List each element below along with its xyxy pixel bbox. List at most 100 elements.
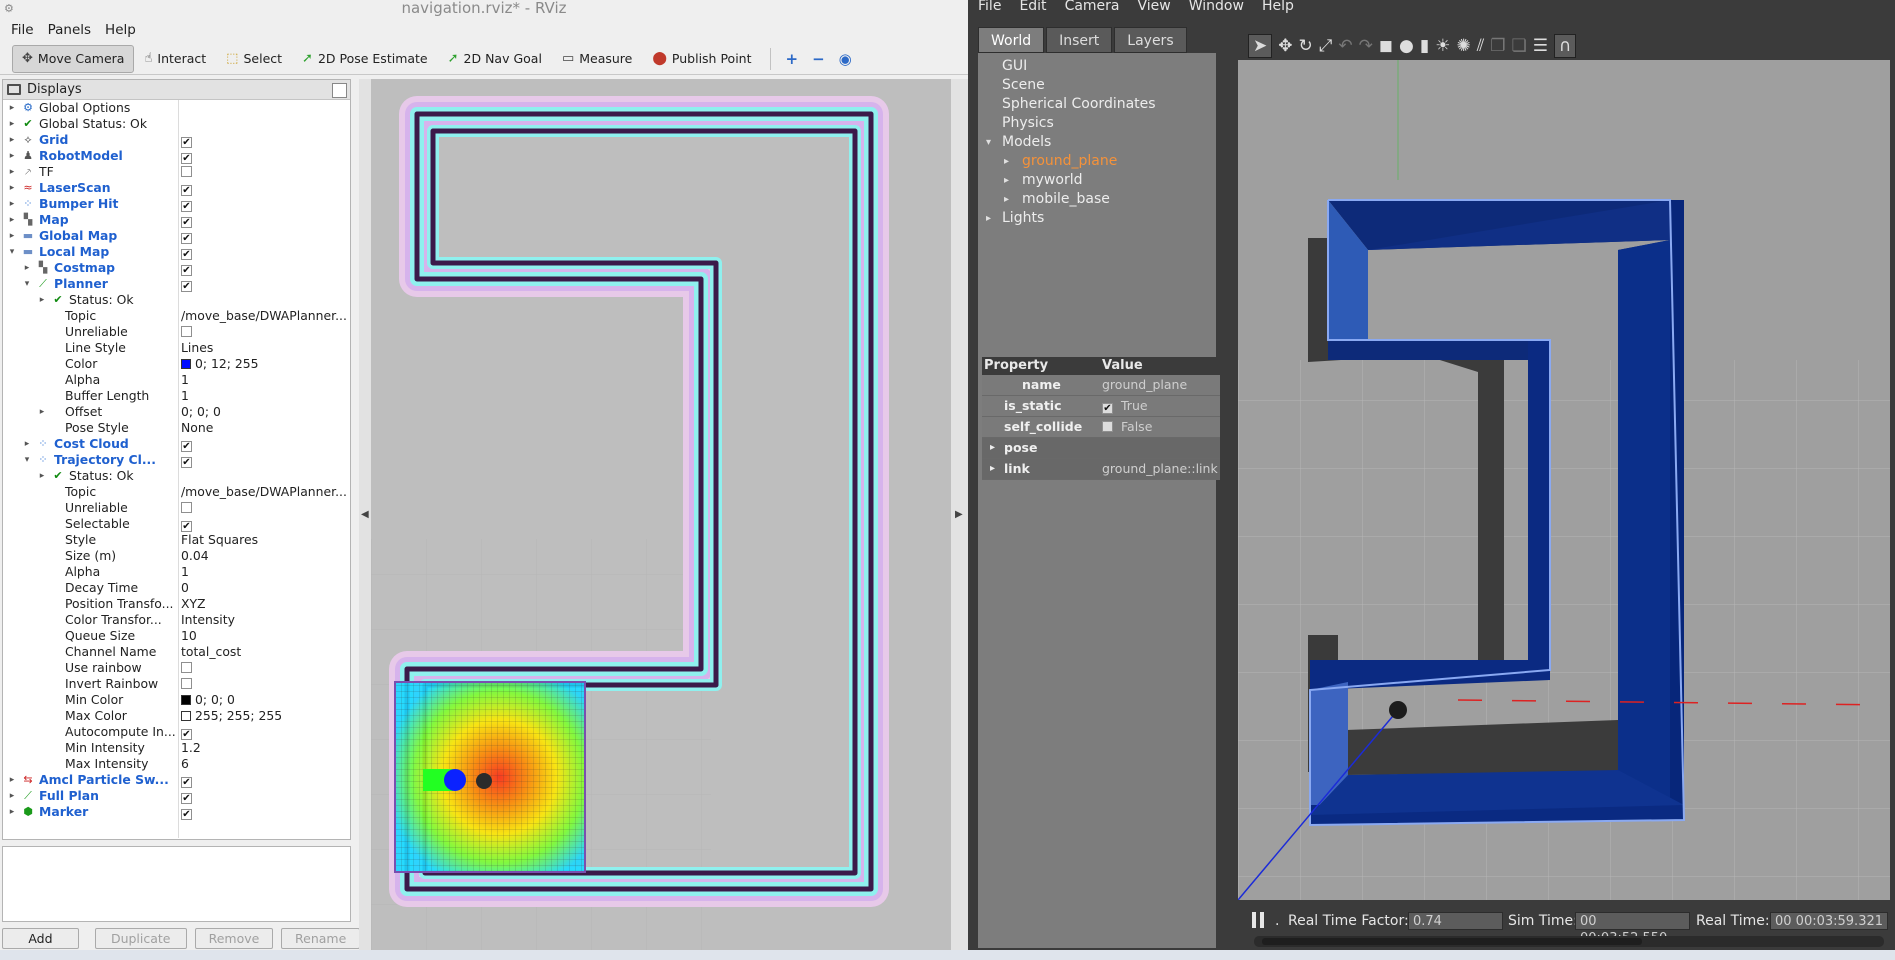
property-value[interactable]: 1	[181, 388, 189, 403]
property-value[interactable]: total_cost	[181, 644, 241, 659]
property-value[interactable]: 0; 12; 255	[195, 356, 259, 371]
property-row[interactable]: ▸ pose	[982, 438, 1220, 459]
enable-checkbox[interactable]: ✔	[181, 137, 192, 148]
property-value-cell[interactable]: None	[181, 420, 213, 436]
property-value-cell[interactable]: ✔	[181, 228, 192, 244]
nav-goal-button[interactable]: ➚ 2D Nav Goal	[438, 45, 552, 73]
property-value-cell[interactable]	[181, 500, 192, 516]
expand-arrow-icon[interactable]: ▸	[1004, 190, 1009, 209]
tab-layers[interactable]: Layers	[1114, 27, 1187, 53]
property-value-cell[interactable]: 255; 255; 255	[181, 708, 282, 724]
display-tree-row[interactable]: ▸ ▚ Costmap ✔	[3, 260, 350, 276]
select-arrow-icon[interactable]: ➤	[1248, 34, 1273, 58]
translate-icon[interactable]: ✥	[1278, 36, 1292, 56]
display-tree-row[interactable]: Color Transfor... Intensity	[3, 612, 350, 628]
display-tree-row[interactable]: Invert Rainbow	[3, 676, 350, 692]
scrollbar-handle[interactable]	[1262, 938, 1642, 945]
property-value-cell[interactable]	[181, 660, 192, 676]
expand-arrow-icon[interactable]: ▸	[7, 100, 17, 116]
enable-checkbox[interactable]: ✔	[181, 441, 192, 452]
enable-checkbox[interactable]: ✔	[181, 217, 192, 228]
property-value[interactable]: 1	[181, 564, 189, 579]
gazebo-3d-view[interactable]	[1238, 60, 1890, 900]
panel-close-button[interactable]	[332, 83, 347, 98]
enable-checkbox[interactable]: ✔	[181, 153, 192, 164]
property-value-cell[interactable]: ✔ True	[1102, 396, 1148, 416]
property-value[interactable]: /move_base/DWAPlanner...	[181, 484, 347, 499]
display-tree-row[interactable]: ▸ Offset 0; 0; 0	[3, 404, 350, 420]
display-tree-row[interactable]: Decay Time 0	[3, 580, 350, 596]
point-light-icon[interactable]: ☀	[1435, 36, 1450, 56]
collapse-arrow-icon[interactable]: ▾	[7, 244, 17, 260]
enable-checkbox[interactable]	[181, 326, 192, 337]
property-value-cell[interactable]: 10	[181, 628, 197, 644]
property-value-cell[interactable]: 6	[181, 756, 189, 772]
display-tree-row[interactable]: ▸ ⬢ Marker ✔	[3, 804, 350, 820]
expand-arrow-icon[interactable]: ▸	[37, 292, 47, 308]
display-tree-row[interactable]: ▸ ≈ LaserScan ✔	[3, 180, 350, 196]
enable-checkbox[interactable]	[181, 678, 192, 689]
property-value-cell[interactable]: /move_base/DWAPlanner...	[181, 308, 347, 324]
expand-arrow-icon[interactable]: ▸	[1004, 152, 1009, 171]
property-value-cell[interactable]: ✔	[181, 452, 192, 468]
display-tree-row[interactable]: ▾ ⁘ Trajectory Cl... ✔	[3, 452, 350, 468]
property-value-cell[interactable]: ✔	[181, 772, 192, 788]
property-value-cell[interactable]: ✔	[181, 244, 192, 260]
expand-arrow-icon[interactable]: ▸	[7, 164, 17, 180]
menu-panels[interactable]: Panels	[43, 19, 96, 41]
property-value-cell[interactable]: 0; 0; 0	[181, 692, 235, 708]
display-tree-row[interactable]: Autocompute In... ✔	[3, 724, 350, 740]
expand-arrow-icon[interactable]: ▸	[7, 772, 17, 788]
property-value-cell[interactable]: 0; 0; 0	[181, 404, 221, 420]
enable-checkbox[interactable]: ✔	[181, 457, 192, 468]
property-value-cell[interactable]: 1	[181, 564, 189, 580]
rotate-icon[interactable]: ↻	[1299, 36, 1313, 56]
expand-arrow-icon[interactable]: ▸	[7, 148, 17, 164]
world-tree-item[interactable]: ▸ mobile_base	[978, 190, 1216, 209]
world-tree-item[interactable]: ▾ Models	[978, 133, 1216, 152]
rviz-left-splitter[interactable]: ◀	[359, 79, 371, 950]
property-value-cell[interactable]: 0; 12; 255	[181, 356, 259, 372]
property-value-cell[interactable]: /move_base/DWAPlanner...	[181, 484, 347, 500]
gz-menu-window[interactable]: Window	[1189, 0, 1244, 16]
display-tree-row[interactable]: Size (m) 0.04	[3, 548, 350, 564]
enable-checkbox[interactable]: ✔	[181, 777, 192, 788]
display-tree-row[interactable]: Unreliable	[3, 324, 350, 340]
property-value-cell[interactable]: ✔	[181, 180, 192, 196]
display-tree-row[interactable]: ▸ ⇆ Amcl Particle Sw... ✔	[3, 772, 350, 788]
property-value-cell[interactable]: ✔	[181, 132, 192, 148]
display-tree-row[interactable]: Topic/move_base/DWAPlanner...	[3, 484, 350, 500]
paste-icon[interactable]: ❏	[1512, 36, 1527, 56]
redo-icon[interactable]: ↷	[1359, 36, 1373, 56]
measure-button[interactable]: ▭ Measure	[552, 45, 642, 73]
expand-arrow-icon[interactable]: ▸	[7, 196, 17, 212]
enable-checkbox[interactable]: ✔	[181, 793, 192, 804]
world-tree-item[interactable]: Scene	[978, 76, 1216, 95]
rviz-3d-view[interactable]	[371, 79, 951, 950]
move-camera-button[interactable]: ✥ Move Camera	[12, 44, 135, 73]
property-value-cell[interactable]: ✔	[181, 148, 192, 164]
expand-arrow-icon[interactable]: ▸	[22, 260, 32, 276]
interact-button[interactable]: ☝ Interact	[134, 45, 216, 73]
property-value-cell[interactable]: ✔	[181, 276, 192, 292]
enable-checkbox[interactable]: ✔	[181, 185, 192, 196]
enable-checkbox[interactable]	[181, 502, 192, 513]
display-tree-row[interactable]: Use rainbow	[3, 660, 350, 676]
pause-icon[interactable]	[1252, 912, 1264, 928]
expand-arrow-icon[interactable]: ▸	[990, 438, 995, 458]
display-tree-row[interactable]: Topic/move_base/DWAPlanner...	[3, 308, 350, 324]
display-tree-row[interactable]: Min Color 0; 0; 0	[3, 692, 350, 708]
step-icon[interactable]: .	[1275, 911, 1279, 931]
select-button[interactable]: ⬚ Select	[216, 45, 292, 73]
property-value[interactable]: 10	[181, 628, 197, 643]
box-icon[interactable]: ◼	[1379, 36, 1393, 56]
enable-checkbox[interactable]: ✔	[181, 729, 192, 740]
display-tree-row[interactable]: Alpha 1	[3, 372, 350, 388]
enable-checkbox[interactable]: ✔	[181, 809, 192, 820]
property-value[interactable]: Flat Squares	[181, 532, 258, 547]
expand-arrow-icon[interactable]: ▸	[7, 116, 17, 132]
remove-tool-button[interactable]: −	[805, 45, 832, 73]
cylinder-icon[interactable]: ▮	[1420, 36, 1429, 56]
property-checkbox[interactable]: ✔	[1102, 403, 1113, 414]
enable-checkbox[interactable]: ✔	[181, 521, 192, 532]
